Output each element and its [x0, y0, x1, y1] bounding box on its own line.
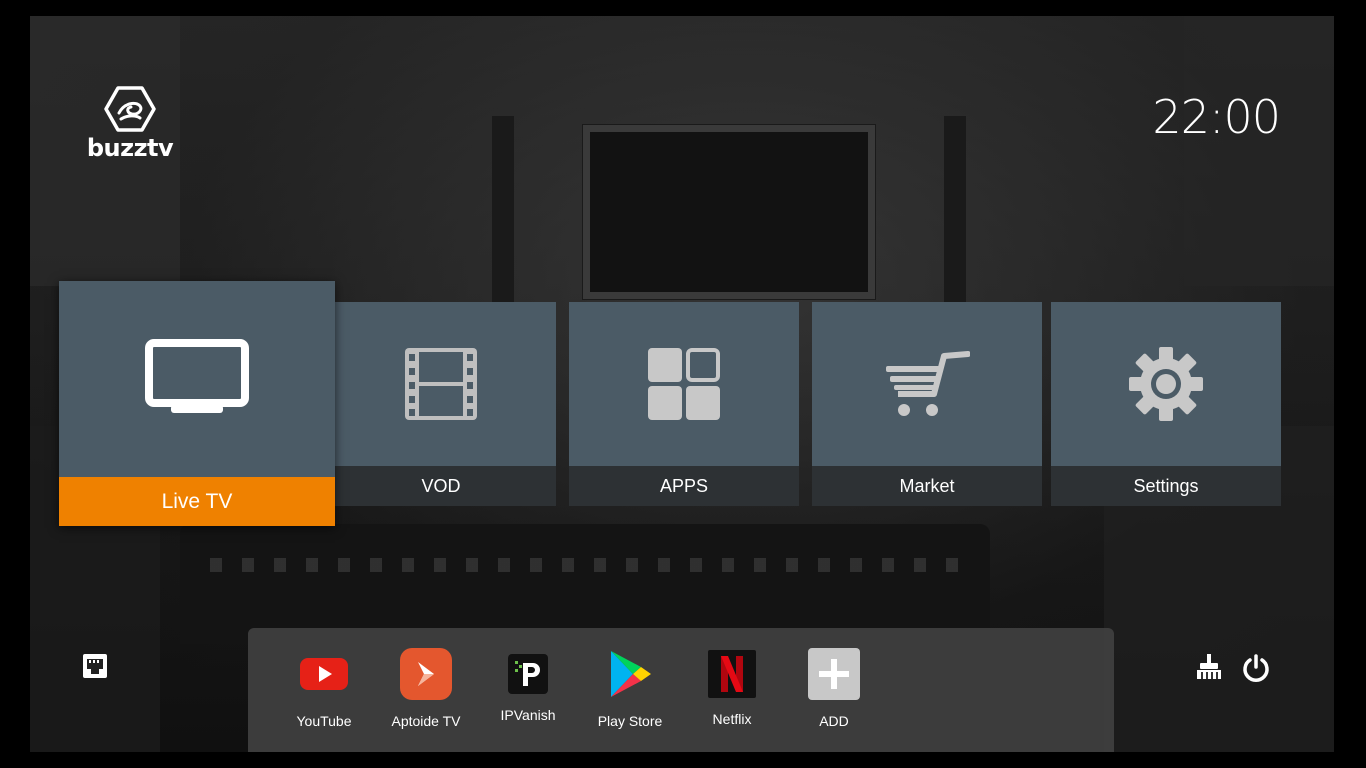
power-icon[interactable]	[1241, 653, 1271, 683]
tv-icon	[59, 281, 335, 477]
app-dock: YouTube Aptoide TV IPVanish Play Store N…	[248, 628, 1114, 752]
youtube-icon	[298, 648, 350, 700]
ethernet-icon	[82, 653, 108, 679]
play-store-icon	[604, 648, 656, 700]
tile-vod[interactable]: VOD	[326, 302, 556, 506]
dock-app-label: ADD	[819, 713, 849, 729]
dock-app-add[interactable]: ADD	[784, 648, 884, 729]
clock: 22:00	[1152, 90, 1281, 144]
gear-icon	[1051, 302, 1281, 466]
cart-icon	[812, 302, 1042, 466]
tile-market[interactable]: Market	[812, 302, 1042, 506]
buzztv-logo-icon	[104, 86, 156, 132]
dock-app-ipvanish[interactable]: IPVanish	[478, 648, 578, 723]
add-icon	[808, 648, 860, 700]
tile-market-label: Market	[812, 466, 1042, 506]
tile-settings-label: Settings	[1051, 466, 1281, 506]
ipvanish-icon	[508, 654, 548, 694]
dock-app-label: Netflix	[712, 711, 752, 727]
dock-app-label: IPVanish	[500, 707, 556, 723]
background-tv	[583, 125, 875, 299]
background-wall	[1184, 16, 1334, 286]
dock-app-label: Aptoide TV	[391, 713, 461, 729]
dock-app-play-store[interactable]: Play Store	[580, 648, 680, 729]
dock-app-label: YouTube	[296, 713, 352, 729]
home-screen: buzztv 22:00 Live TV VOD APPS Market Set…	[30, 16, 1334, 752]
buzztv-logo-text: buzztv	[86, 134, 174, 162]
dock-app-youtube[interactable]: YouTube	[274, 648, 374, 729]
background-sofa	[180, 524, 990, 644]
broom-icon[interactable]	[1194, 652, 1224, 682]
apps-grid-icon	[569, 302, 799, 466]
tile-live-tv[interactable]: Live TV	[59, 281, 335, 526]
buzztv-logo: buzztv	[84, 86, 176, 160]
tile-live-tv-label: Live TV	[59, 477, 335, 526]
film-icon	[326, 302, 556, 466]
netflix-icon	[708, 650, 756, 698]
dock-app-aptoide-tv[interactable]: Aptoide TV	[376, 648, 476, 729]
background-sofa-detail	[210, 558, 970, 572]
dock-app-label: Play Store	[597, 713, 663, 729]
tile-vod-label: VOD	[326, 466, 556, 506]
background-pillar	[492, 116, 514, 326]
tile-apps-label: APPS	[569, 466, 799, 506]
dock-app-netflix[interactable]: Netflix	[682, 648, 782, 727]
background-pillar	[944, 116, 966, 326]
tile-settings[interactable]: Settings	[1051, 302, 1281, 506]
tile-apps[interactable]: APPS	[569, 302, 799, 506]
aptoide-icon	[400, 648, 452, 700]
